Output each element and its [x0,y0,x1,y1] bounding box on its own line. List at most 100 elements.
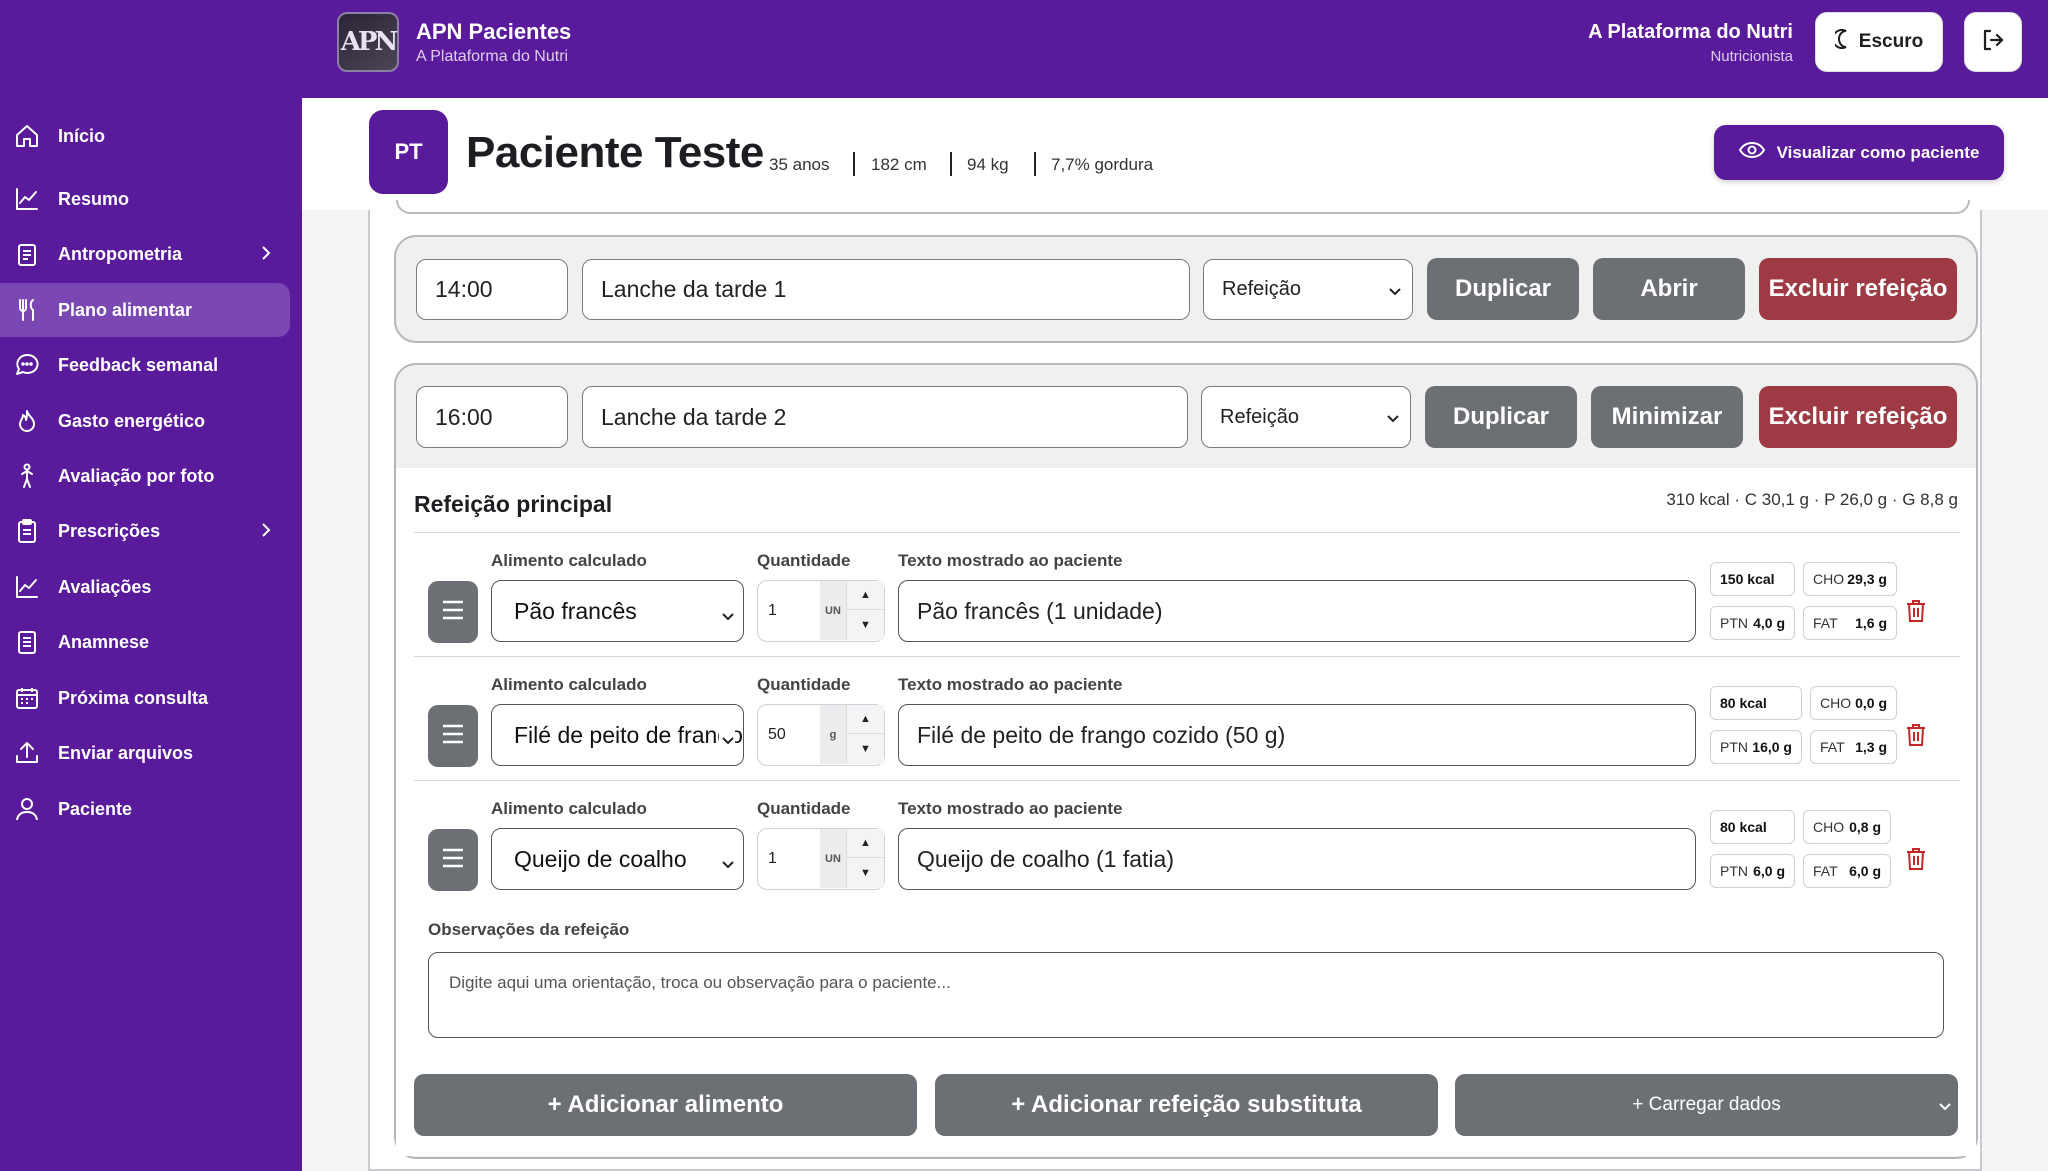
decrement-icon[interactable]: ▼ [847,610,884,639]
trash-icon[interactable] [1904,598,1930,626]
meal-name-input[interactable]: Lanche da tarde 1 [582,259,1190,320]
patient-text-input[interactable]: Filé de peito de frango cozido (50 g) [898,704,1696,766]
top-bar: APN APN Pacientes A Plataforma do Nutri … [0,0,2048,98]
quantity-value: 1 [768,602,777,619]
increment-icon[interactable]: ▲ [847,705,884,734]
quantity-stepper[interactable]: 1 UN ▲ ▼ [757,828,885,890]
sidebar-item-avaliacao-por-foto[interactable]: Avaliação por foto [0,449,290,503]
drag-handle[interactable] [428,829,478,891]
sidebar-item-label: Início [58,125,106,146]
sidebar-item-label: Paciente [58,798,133,819]
sidebar-item-label: Enviar arquivos [58,742,194,763]
fork-knife-icon [12,295,42,325]
food-label: Alimento calculado [491,551,647,570]
decrement-icon[interactable]: ▼ [847,858,884,887]
spinner[interactable]: ▲ ▼ [846,705,884,764]
quantity-value: 50 [768,726,786,743]
chevron-down-icon [1938,1098,1952,1120]
meal-name-input[interactable]: Lanche da tarde 2 [582,386,1188,448]
open-button[interactable]: Abrir [1593,258,1745,320]
delete-meal-button[interactable]: Excluir refeição [1759,386,1957,448]
ptn-badge: PTN 16,0 g [1710,730,1802,764]
divider [853,152,855,176]
add-food-button[interactable]: + Adicionar alimento [414,1074,917,1136]
patient-text-input[interactable]: Queijo de coalho (1 fatia) [898,828,1696,890]
moon-icon [1831,29,1851,55]
sidebar-item-anamnese[interactable]: Anamnese [0,615,290,669]
quantity-unit: UN [820,829,846,888]
drag-handle[interactable] [428,581,478,643]
divider [414,780,1960,781]
quantity-label: Quantidade [757,799,851,818]
patient-text-label: Texto mostrado ao paciente [898,551,1123,570]
meal-type-select[interactable]: Refeição [1203,259,1413,320]
sidebar-item-prescricoes[interactable]: Prescrições [0,504,290,558]
theme-toggle-label: Escuro [1858,31,1924,52]
spinner[interactable]: ▲ ▼ [846,829,884,888]
sidebar-item-proxima-consulta[interactable]: Próxima consulta [0,671,290,725]
patient-body-fat: 7,7% gordura [1051,155,1154,174]
ptn-badge: PTN 4,0 g [1710,606,1795,640]
meal-type-select[interactable]: Refeição [1201,386,1411,448]
spinner[interactable]: ▲ ▼ [846,581,884,640]
divider [1034,152,1036,176]
document-icon [12,627,42,657]
sidebar-item-label: Resumo [58,188,130,209]
kcal-badge: 150 kcal [1710,562,1795,596]
increment-icon[interactable]: ▲ [847,829,884,858]
trash-icon[interactable] [1904,846,1930,874]
duplicate-button[interactable]: Duplicar [1425,386,1577,448]
ptn-badge: PTN 6,0 g [1710,854,1795,888]
load-data-select[interactable]: + Carregar dados [1455,1074,1958,1136]
user-name: A Plataforma do Nutri [1588,21,1793,43]
sidebar-item-avaliacoes[interactable]: Avaliações [0,560,290,614]
increment-icon[interactable]: ▲ [847,581,884,610]
drag-handle[interactable] [428,705,478,767]
food-select[interactable]: Queijo de coalho [491,828,744,890]
minimize-button[interactable]: Minimizar [1591,386,1743,448]
clipboard-list-icon [12,516,42,546]
quantity-stepper[interactable]: 1 UN ▲ ▼ [757,580,885,642]
patient-weight: 94 kg [967,155,1009,174]
meal-time-input[interactable]: 14:00 [416,259,568,320]
theme-toggle-button[interactable]: Escuro [1815,12,1943,72]
food-select[interactable]: Filé de peito de frango cozido [491,704,744,766]
sidebar-item-enviar-arquivos[interactable]: Enviar arquivos [0,726,290,780]
sidebar-item-paciente[interactable]: Paciente [0,782,290,836]
patient-age: 35 anos [769,155,830,174]
menu-icon [441,599,465,626]
sidebar-item-antropometria[interactable]: Antropometria [0,227,290,281]
quantity-stepper[interactable]: 50 g ▲ ▼ [757,704,885,766]
food-value: Queijo de coalho [514,845,687,872]
chevron-down-icon [719,851,735,878]
patient-height: 182 cm [871,155,927,174]
fat-badge: FAT 1,3 g [1810,730,1897,764]
app-logo: APN [337,12,399,72]
sidebar-item-resumo[interactable]: Resumo [0,172,290,226]
sidebar-item-inicio[interactable]: Início [0,109,290,163]
view-as-patient-button[interactable]: Visualizar como paciente [1714,125,2004,180]
decrement-icon[interactable]: ▼ [847,734,884,763]
sidebar-item-plano-alimentar[interactable]: Plano alimentar [0,283,290,337]
chart-line-icon [12,184,42,214]
quantity-label: Quantidade [757,675,851,694]
duplicate-button[interactable]: Duplicar [1427,258,1579,320]
delete-meal-button[interactable]: Excluir refeição [1759,258,1957,320]
sidebar-item-feedback-semanal[interactable]: Feedback semanal [0,338,290,392]
load-data-label: + Carregar dados [1632,1094,1781,1115]
sidebar-item-gasto-energetico[interactable]: Gasto energético [0,394,290,448]
kcal-badge: 80 kcal [1710,686,1802,720]
logout-button[interactable] [1964,12,2022,72]
trash-icon[interactable] [1904,722,1930,750]
food-value: Filé de peito de frango cozido [514,721,743,748]
sidebar-item-label: Antropometria [58,243,183,264]
food-select[interactable]: Pão francês [491,580,744,642]
chevron-down-icon [1386,409,1400,432]
add-substitute-meal-button[interactable]: + Adicionar refeição substituta [935,1074,1438,1136]
kcal-badge: 80 kcal [1710,810,1795,844]
cho-badge: CHO 0,0 g [1810,686,1897,720]
patient-text-input[interactable]: Pão francês (1 unidade) [898,580,1696,642]
fat-badge: FAT 1,6 g [1803,606,1897,640]
meal-time-input[interactable]: 16:00 [416,386,568,448]
observations-textarea[interactable]: Digite aqui uma orientação, troca ou obs… [428,952,1944,1038]
